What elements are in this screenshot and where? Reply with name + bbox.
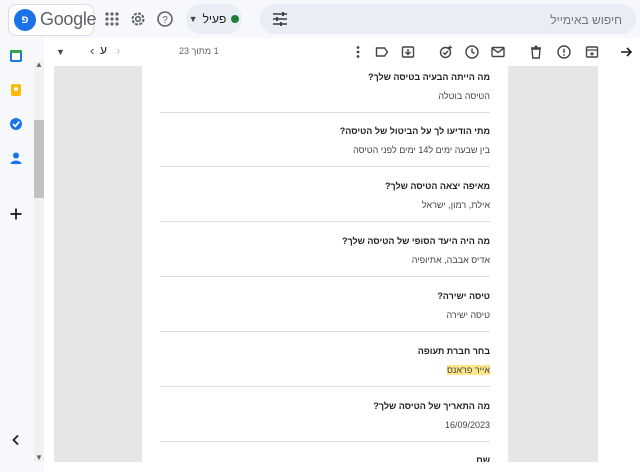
scroll-down-icon[interactable]: ▼: [35, 453, 43, 462]
settings-gear-icon[interactable]: [128, 9, 148, 29]
form-item: שם: [160, 455, 490, 462]
help-icon[interactable]: ?: [155, 9, 175, 29]
form-item: בחר חברת תעופה אייר פראנס: [160, 346, 490, 375]
content-left-margin: [44, 66, 54, 462]
form-question: מאיפה יצאה הטיסה שלך?: [384, 181, 490, 191]
form-question: מה הייתה הבעיה בטיסה שלך?: [367, 72, 490, 82]
form-item: מה התאריך של הטיסה שלך? 16/09/2023: [160, 401, 490, 430]
svg-text:?: ?: [162, 15, 168, 26]
more-vert-icon[interactable]: [350, 44, 366, 60]
divider: [160, 276, 490, 277]
form-item: מה היה היעד הסופי של הטיסה שלך? אדיס אבב…: [160, 236, 490, 265]
form-question: מה התאריך של הטיסה שלך?: [373, 401, 490, 411]
form-response-document: מה הייתה הבעיה בטיסה שלך? הטיסה בוטלה מת…: [142, 66, 508, 462]
delete-icon[interactable]: [528, 44, 544, 60]
prev-button[interactable]: ›: [116, 43, 120, 58]
chevron-down-icon: ▼: [188, 14, 198, 24]
form-answer: טיסה ישירה: [446, 310, 490, 320]
form-question: מתי הודיעו לך על הביטול של הטיסה?: [339, 126, 490, 136]
archive-icon[interactable]: [584, 44, 600, 60]
scrollbar[interactable]: ▲ ▼: [34, 60, 44, 462]
tasks-icon[interactable]: [8, 116, 24, 132]
add-task-icon[interactable]: [438, 44, 454, 60]
divider: [160, 386, 490, 387]
form-answer: בין שבעה ימים ל14 ימים לפני הטיסה: [353, 145, 490, 155]
avatar[interactable]: פ: [14, 9, 36, 31]
keep-icon[interactable]: [8, 82, 24, 98]
form-question: טיסה ישירה?: [437, 291, 490, 301]
account-logo[interactable]: פ Google: [8, 4, 97, 36]
form-item: טיסה ישירה? טיסה ישירה: [160, 291, 490, 320]
status-dot-icon: [231, 15, 240, 23]
label-icon[interactable]: [374, 44, 390, 60]
search-bar[interactable]: [260, 4, 636, 34]
divider: [160, 441, 490, 442]
mark-unread-icon[interactable]: [490, 44, 506, 60]
form-item: מאיפה יצאה הטיסה שלך? אילת, רמון, ישראל: [160, 181, 490, 210]
side-panel-rail: [0, 38, 32, 472]
scrollbar-thumb[interactable]: [34, 120, 44, 198]
form-question: בחר חברת תעופה: [417, 346, 490, 356]
form-question: שם: [476, 455, 490, 462]
form-answer: אילת, רמון, ישראל: [421, 200, 490, 210]
bottom-strip: [44, 462, 640, 472]
form-question: מה היה היעד הסופי של הטיסה שלך?: [342, 236, 490, 246]
form-answer: 16/09/2023: [444, 420, 490, 430]
status-chip[interactable]: ▼ פעיל: [186, 4, 242, 34]
scroll-up-icon[interactable]: ▲: [35, 60, 43, 69]
divider: [160, 166, 490, 167]
divider: [160, 112, 490, 113]
search-input[interactable]: [304, 10, 624, 30]
message-toolbar: ▼ ע ‹ › 1 מתוך 23: [44, 38, 640, 66]
calendar-icon[interactable]: [8, 48, 24, 64]
divider: [160, 331, 490, 332]
top-bar: פ Google ? ▼ פעיל: [0, 0, 640, 38]
divider: [160, 221, 490, 222]
contacts-icon[interactable]: [8, 150, 24, 166]
google-logo: Google: [40, 9, 97, 29]
content-right-margin: [598, 66, 640, 462]
form-answer: אדיס אבבה, אתיופיה: [411, 255, 490, 265]
apps-grid-icon[interactable]: [102, 9, 122, 29]
doc-gutter-right: [508, 66, 598, 462]
snooze-icon[interactable]: [464, 44, 480, 60]
status-label: פעיל: [202, 12, 227, 26]
highlighted-answer: אייר פראנס: [447, 365, 490, 375]
move-to-icon[interactable]: [400, 44, 416, 60]
form-item: מתי הודיעו לך על הביטול של הטיסה? בין שב…: [160, 126, 490, 155]
pager-text: 1 מתוך 23: [179, 46, 219, 56]
form-answer: הטיסה בוטלה: [438, 91, 490, 101]
report-spam-icon[interactable]: [556, 44, 572, 60]
collapse-icon[interactable]: [8, 432, 24, 448]
lang-button[interactable]: ע: [100, 43, 107, 57]
next-button[interactable]: ‹: [90, 43, 94, 58]
back-arrow-icon[interactable]: [618, 44, 634, 60]
form-item: מה הייתה הבעיה בטיסה שלך? הטיסה בוטלה: [160, 72, 490, 101]
lang-dropdown-chevron-icon[interactable]: ▼: [56, 47, 65, 57]
doc-gutter-left: [54, 66, 142, 462]
add-icon[interactable]: [8, 206, 24, 222]
tune-icon[interactable]: [270, 9, 290, 29]
form-answer: אייר פראנס: [160, 365, 490, 375]
